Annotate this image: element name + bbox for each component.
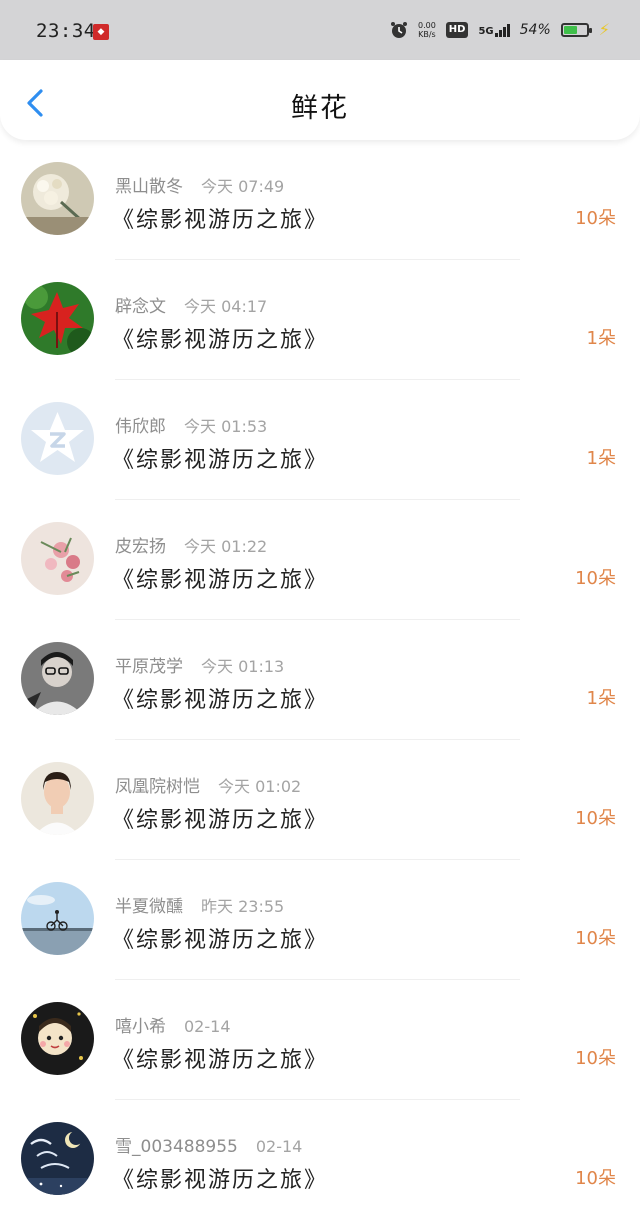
book-title: 《综影视游历之旅》	[112, 808, 329, 833]
status-indicators: 0.00 KB/s HD 5G 54% ⚡	[390, 20, 610, 39]
user-name[interactable]: 平原茂学	[115, 657, 183, 677]
book-title: 《综影视游历之旅》	[112, 208, 329, 233]
book-title: 《综影视游历之旅》	[112, 328, 329, 353]
item-meta: 雪_003488955 02-14	[115, 1132, 302, 1157]
user-name[interactable]: 皮宏扬	[115, 537, 166, 557]
item-time: 今天 01:02	[218, 777, 302, 796]
avatar[interactable]	[21, 162, 94, 235]
item-time: 今天 07:49	[201, 177, 285, 196]
book-title: 《综影视游历之旅》	[112, 1168, 329, 1193]
user-name[interactable]: 伟欣郎	[115, 417, 166, 437]
signal-icon: 5G	[478, 23, 510, 37]
flower-gift-list: 黑山散冬 今天 07:49 《综影视游历之旅》 10朵 辟念文 今天 04:17 《…	[0, 140, 640, 1220]
status-bar: 23:34 ◆ 0.00 KB/s HD 5G 54% ⚡	[0, 0, 640, 60]
avatar[interactable]	[21, 282, 94, 355]
avatar[interactable]	[21, 1002, 94, 1075]
list-item[interactable]: 半夏微醺 昨天 23:55 《综影视游历之旅》 10朵	[0, 860, 640, 980]
book-title: 《综影视游历之旅》	[112, 1048, 329, 1073]
user-name[interactable]: 辟念文	[115, 297, 166, 317]
flower-count: 1朵	[586, 688, 616, 709]
flower-count: 10朵	[575, 928, 616, 949]
alarm-icon	[390, 21, 407, 38]
book-title: 《综影视游历之旅》	[112, 928, 329, 953]
avatar[interactable]	[21, 882, 94, 955]
flower-count: 1朵	[586, 328, 616, 349]
item-time: 02-14	[255, 1137, 303, 1156]
flower-count: 10朵	[575, 568, 616, 589]
user-name[interactable]: 雪_003488955	[115, 1137, 238, 1157]
item-meta: 辟念文 今天 04:17	[115, 292, 267, 317]
nav-bar: 鲜花	[0, 60, 640, 140]
item-time: 今天 01:22	[184, 537, 268, 556]
avatar[interactable]	[21, 642, 94, 715]
avatar[interactable]	[21, 762, 94, 835]
battery-icon	[560, 22, 592, 37]
item-meta: 黑山散冬 今天 07:49	[115, 172, 284, 197]
app-notification-icon: ◆	[93, 24, 109, 40]
item-time: 今天 04:17	[184, 297, 268, 316]
avatar[interactable]	[21, 402, 94, 475]
item-time: 02-14	[184, 1017, 231, 1036]
charging-icon: ⚡	[598, 20, 610, 39]
list-item[interactable]: 皮宏扬 今天 01:22 《综影视游历之旅》 10朵	[0, 500, 640, 620]
item-meta: 嘻小希 02-14	[115, 1012, 231, 1037]
hd-icon: HD	[445, 21, 469, 38]
list-item[interactable]: 凤凰院树恺 今天 01:02 《综影视游历之旅》 10朵	[0, 740, 640, 860]
flower-count: 10朵	[575, 1048, 616, 1069]
list-item[interactable]: 平原茂学 今天 01:13 《综影视游历之旅》 1朵	[0, 620, 640, 740]
user-name[interactable]: 半夏微醺	[115, 897, 183, 917]
item-meta: 凤凰院树恺 今天 01:02	[115, 772, 301, 797]
network-speed: 0.00 KB/s	[417, 20, 436, 39]
book-title: 《综影视游历之旅》	[112, 688, 329, 713]
item-meta: 伟欣郎 今天 01:53	[115, 412, 267, 437]
flower-count: 10朵	[575, 808, 616, 829]
flower-count: 10朵	[575, 1168, 616, 1189]
book-title: 《综影视游历之旅》	[112, 448, 329, 473]
page-title: 鲜花	[291, 93, 349, 124]
list-item[interactable]: 雪_003488955 02-14 《综影视游历之旅》 10朵	[0, 1100, 640, 1220]
flower-count: 10朵	[575, 208, 616, 229]
user-name[interactable]: 嘻小希	[115, 1017, 166, 1037]
user-name[interactable]: 黑山散冬	[115, 177, 183, 197]
flower-count: 1朵	[586, 448, 616, 469]
item-time: 昨天 23:55	[201, 897, 285, 916]
book-title: 《综影视游历之旅》	[112, 568, 329, 593]
item-time: 今天 01:53	[184, 417, 268, 436]
item-meta: 皮宏扬 今天 01:22	[115, 532, 267, 557]
avatar[interactable]	[21, 522, 94, 595]
list-item[interactable]: 嘻小希 02-14 《综影视游历之旅》 10朵	[0, 980, 640, 1100]
list-item[interactable]: 黑山散冬 今天 07:49 《综影视游历之旅》 10朵	[0, 140, 640, 260]
battery-percent: 54%	[519, 21, 551, 38]
item-meta: 平原茂学 今天 01:13	[115, 652, 284, 677]
list-item[interactable]: 伟欣郎 今天 01:53 《综影视游历之旅》 1朵	[0, 380, 640, 500]
item-time: 今天 01:13	[201, 657, 285, 676]
avatar[interactable]	[21, 1122, 94, 1195]
list-item[interactable]: 辟念文 今天 04:17 《综影视游历之旅》 1朵	[0, 260, 640, 380]
status-time: 23:34	[36, 20, 96, 42]
user-name[interactable]: 凤凰院树恺	[115, 777, 200, 797]
item-meta: 半夏微醺 昨天 23:55	[115, 892, 284, 917]
